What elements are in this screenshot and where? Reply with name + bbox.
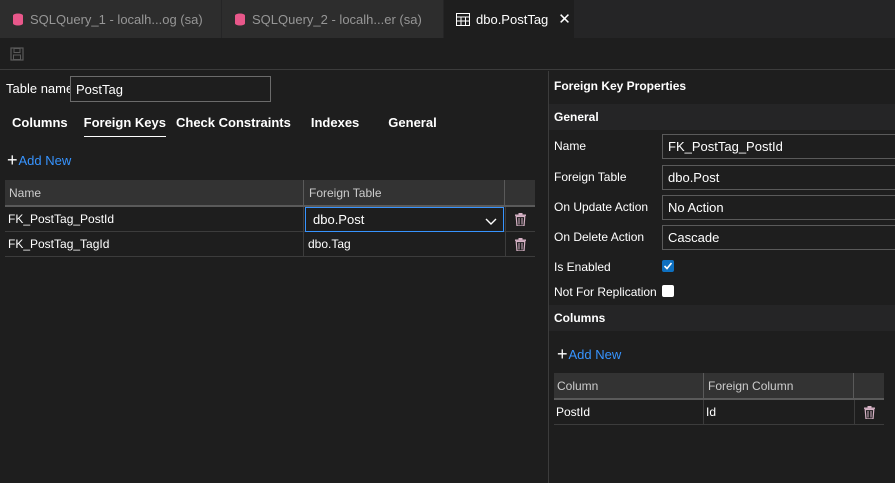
tab-sqlquery-2[interactable]: SQLQuery_2 - localh...er (sa) — [222, 0, 444, 38]
tab-check-constraints[interactable]: Check Constraints — [176, 115, 291, 137]
table-row[interactable]: FK_PostTag_PostId dbo.Post — [5, 207, 535, 232]
fk-name-input[interactable] — [662, 134, 895, 159]
on-update-dropdown[interactable]: No Action — [662, 195, 895, 220]
table-designer-pane: Table name Columns Foreign Keys Check Co… — [0, 71, 548, 483]
table-row[interactable]: FK_PostTag_TagId dbo.Tag — [5, 232, 535, 257]
foreign-table-dropdown[interactable]: dbo.Post — [662, 165, 895, 190]
column-header-column[interactable]: Column — [554, 373, 704, 398]
sql-file-icon — [12, 11, 24, 27]
trash-icon — [864, 406, 875, 419]
tab-general[interactable]: General — [388, 115, 436, 137]
tab-dbo-posttag[interactable]: dbo.PostTag ✕ — [444, 0, 575, 38]
properties-title: Foreign Key Properties — [554, 79, 687, 93]
trash-icon — [515, 213, 526, 226]
fk-name-cell[interactable]: FK_PostTag_TagId — [5, 232, 304, 257]
tab-sqlquery-1[interactable]: SQLQuery_1 - localh...og (sa) — [0, 0, 222, 38]
on-delete-label: On Delete Action — [554, 230, 645, 244]
tab-label: SQLQuery_1 - localh...og (sa) — [30, 11, 203, 27]
add-column-mapping-button[interactable]: + Add New — [557, 345, 621, 363]
delete-row-button[interactable] — [505, 207, 535, 232]
table-icon — [456, 11, 470, 27]
save-icon[interactable] — [10, 47, 24, 61]
table-header-row: Column Foreign Column — [554, 373, 884, 400]
foreign-column-cell[interactable]: Id — [704, 400, 854, 425]
delete-row-button[interactable] — [854, 400, 884, 425]
designer-tabs: Columns Foreign Keys Check Constraints I… — [0, 115, 437, 137]
editor-tab-bar: SQLQuery_1 - localh...og (sa) SQLQuery_2… — [0, 0, 895, 38]
foreign-table-value: dbo.Post — [313, 212, 365, 227]
section-columns: Columns — [549, 305, 895, 331]
add-new-label: Add New — [568, 346, 622, 362]
column-header-foreign-column[interactable]: Foreign Column — [704, 373, 854, 398]
checkmark-icon — [663, 262, 673, 270]
table-header-row: Name Foreign Table — [5, 180, 535, 207]
tab-foreign-keys[interactable]: Foreign Keys — [83, 115, 166, 137]
column-cell[interactable]: PostId — [554, 400, 704, 425]
column-mapping-table: Column Foreign Column PostId Id — [554, 373, 884, 427]
tab-indexes[interactable]: Indexes — [311, 115, 359, 137]
foreign-table-cell[interactable]: dbo.Tag — [305, 232, 505, 257]
plus-icon: + — [557, 344, 568, 364]
name-label: Name — [554, 139, 587, 153]
designer-toolbar — [0, 38, 895, 70]
tab-columns[interactable]: Columns — [12, 115, 68, 137]
on-delete-dropdown[interactable]: Cascade — [662, 225, 895, 250]
column-header-foreign-table[interactable]: Foreign Table — [304, 180, 505, 205]
table-name-label: Table name — [6, 81, 74, 96]
chevron-down-icon — [485, 214, 497, 229]
fk-name-cell[interactable]: FK_PostTag_PostId — [5, 207, 304, 232]
table-row[interactable]: PostId Id — [554, 400, 884, 425]
table-name-input[interactable] — [70, 76, 271, 102]
tab-label: SQLQuery_2 - localh...er (sa) — [252, 11, 422, 27]
plus-icon: + — [7, 150, 18, 170]
column-header-name[interactable]: Name — [5, 180, 304, 205]
trash-icon — [515, 238, 526, 251]
tab-label: dbo.PostTag — [476, 11, 549, 27]
is-enabled-label: Is Enabled — [554, 260, 611, 274]
delete-row-button[interactable] — [505, 232, 535, 257]
foreign-table-label: Foreign Table — [554, 170, 627, 184]
not-for-replication-checkbox[interactable] — [662, 285, 674, 297]
add-new-label: Add New — [18, 152, 72, 168]
close-icon[interactable]: ✕ — [558, 12, 571, 27]
on-update-label: On Update Action — [554, 200, 649, 214]
not-for-replication-label: Not For Replication — [554, 285, 657, 299]
foreign-key-properties-pane: Foreign Key Properties General Name Fore… — [548, 71, 895, 483]
add-foreign-key-button[interactable]: + Add New — [7, 151, 71, 169]
sql-file-icon — [234, 11, 246, 27]
is-enabled-checkbox[interactable] — [662, 260, 674, 272]
foreign-table-select[interactable]: dbo.Post — [305, 207, 504, 232]
foreign-keys-table: Name Foreign Table FK_PostTag_PostId dbo… — [5, 180, 535, 258]
section-general: General — [549, 104, 895, 130]
